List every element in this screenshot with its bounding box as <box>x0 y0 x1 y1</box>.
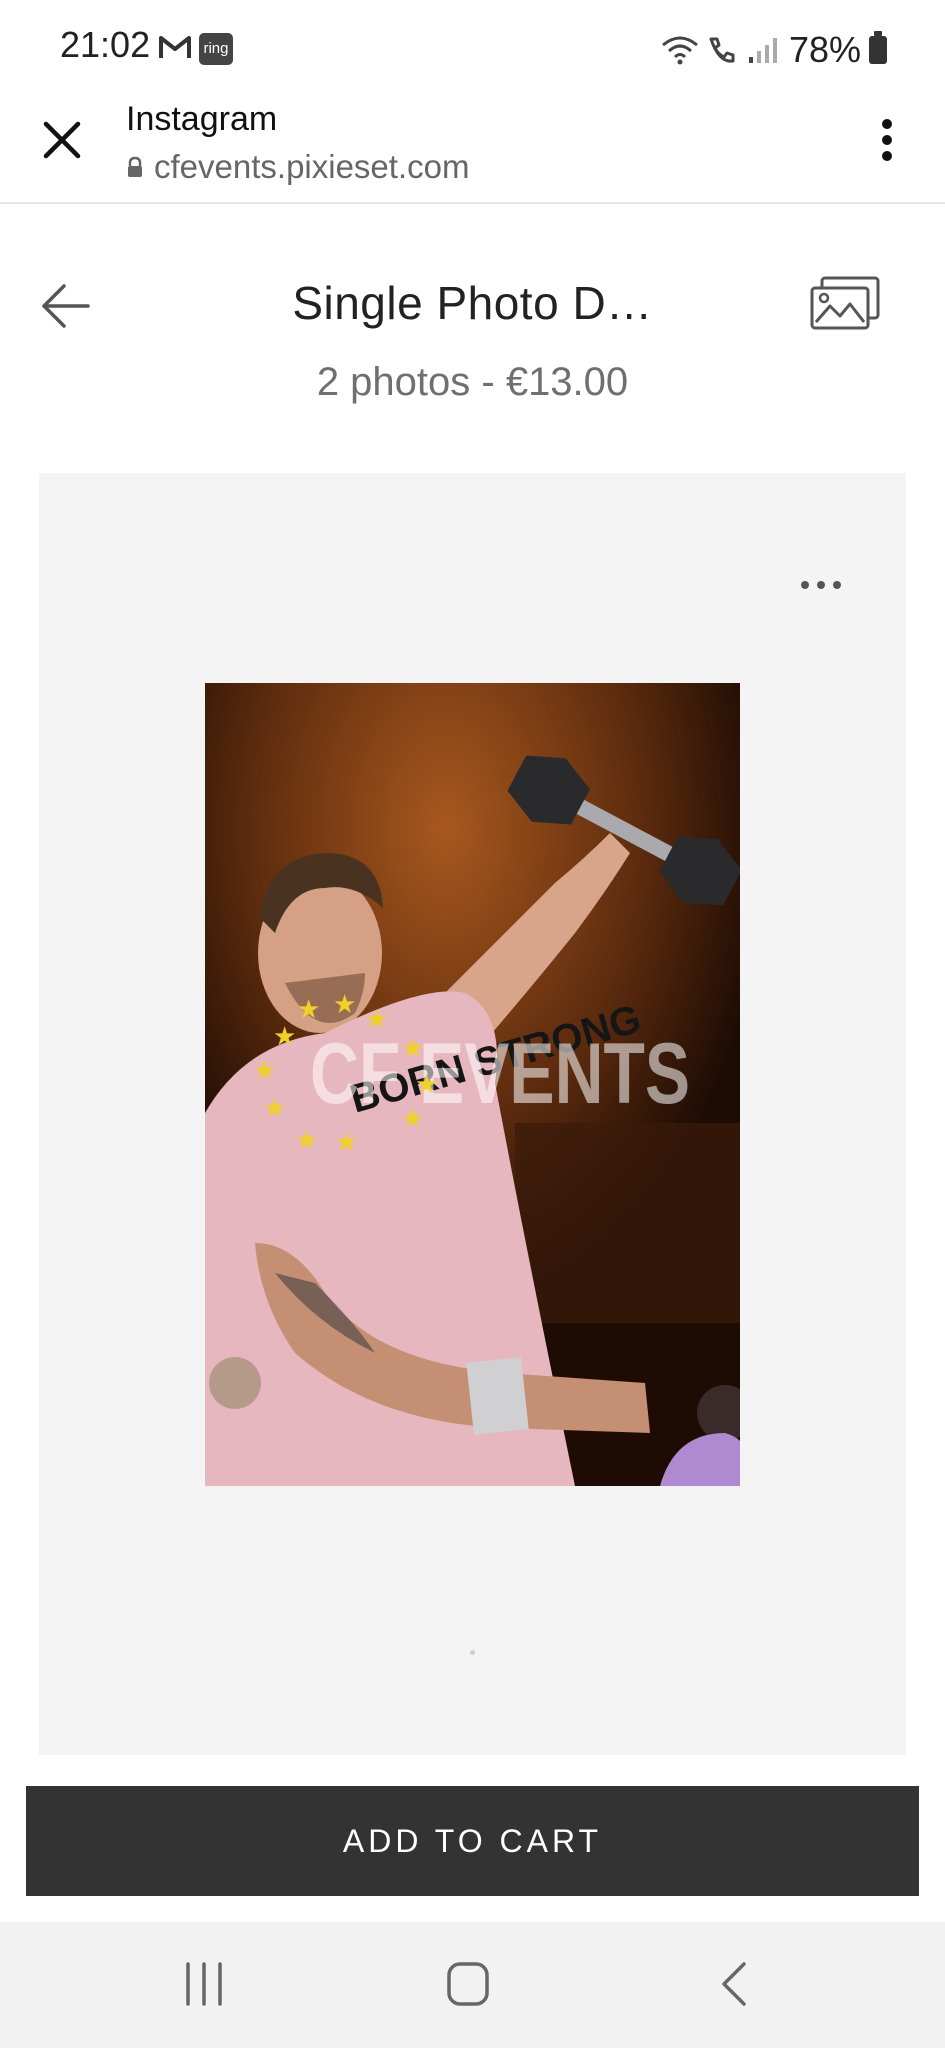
ring-app-icon: ring <box>199 33 233 65</box>
svg-text:★: ★ <box>335 1127 358 1157</box>
gmail-icon <box>159 36 191 58</box>
lock-icon <box>128 156 142 177</box>
arrow-left-icon[interactable] <box>38 278 94 334</box>
status-bar: 21:02 ring 78% <box>0 0 945 100</box>
more-vert-icon[interactable] <box>877 116 897 164</box>
gallery-icon[interactable] <box>810 276 880 332</box>
watermark-text: CF EVENTS <box>310 1026 690 1122</box>
svg-text:★: ★ <box>415 1069 438 1099</box>
close-icon[interactable] <box>40 118 84 162</box>
photo-illustration: BORN STRONG CF EVENTS ★ ★ ★ ★ ★ ★ ★ ★ ★ … <box>205 683 740 1486</box>
signal-icon <box>748 38 777 63</box>
battery-percent: 78% <box>788 29 861 70</box>
pager-dot <box>470 1650 475 1655</box>
photo-viewer[interactable]: BORN STRONG CF EVENTS ★ ★ ★ ★ ★ ★ ★ ★ ★ … <box>39 473 906 1755</box>
svg-text:★: ★ <box>295 1125 318 1155</box>
system-nav-bar <box>0 1922 945 2048</box>
page-title: Single Photo D… <box>292 277 653 329</box>
back-icon[interactable] <box>720 1960 748 2008</box>
battery-icon <box>869 31 887 64</box>
status-icons: 78% <box>661 22 887 78</box>
browser-url: cfevents.pixieset.com <box>154 148 470 185</box>
svg-text:★: ★ <box>401 1033 424 1063</box>
add-to-cart-button[interactable]: ADD TO CART <box>26 1786 919 1896</box>
wifi-call-icon <box>709 37 735 63</box>
browser-title: Instagram <box>126 100 278 138</box>
recents-icon[interactable] <box>184 1962 224 2006</box>
more-horizontal-icon[interactable] <box>801 581 841 589</box>
svg-text:★: ★ <box>253 1055 276 1085</box>
wifi-icon <box>661 36 698 65</box>
status-time: 21:02 <box>60 24 151 65</box>
svg-text:★: ★ <box>333 989 356 1019</box>
svg-text:★: ★ <box>263 1093 286 1123</box>
home-icon[interactable] <box>447 1962 489 2006</box>
photo-count-price: 2 photos - €13.00 <box>316 360 629 404</box>
svg-text:★: ★ <box>365 1004 388 1034</box>
url-row[interactable]: cfevents.pixieset.com <box>126 148 469 186</box>
svg-text:★: ★ <box>273 1021 296 1051</box>
svg-text:★: ★ <box>297 994 320 1024</box>
svg-text:★: ★ <box>401 1103 424 1133</box>
athlete-photo[interactable]: BORN STRONG CF EVENTS ★ ★ ★ ★ ★ ★ ★ ★ ★ … <box>205 683 740 1486</box>
browser-bar: Instagram cfevents.pixieset.com <box>0 100 945 204</box>
